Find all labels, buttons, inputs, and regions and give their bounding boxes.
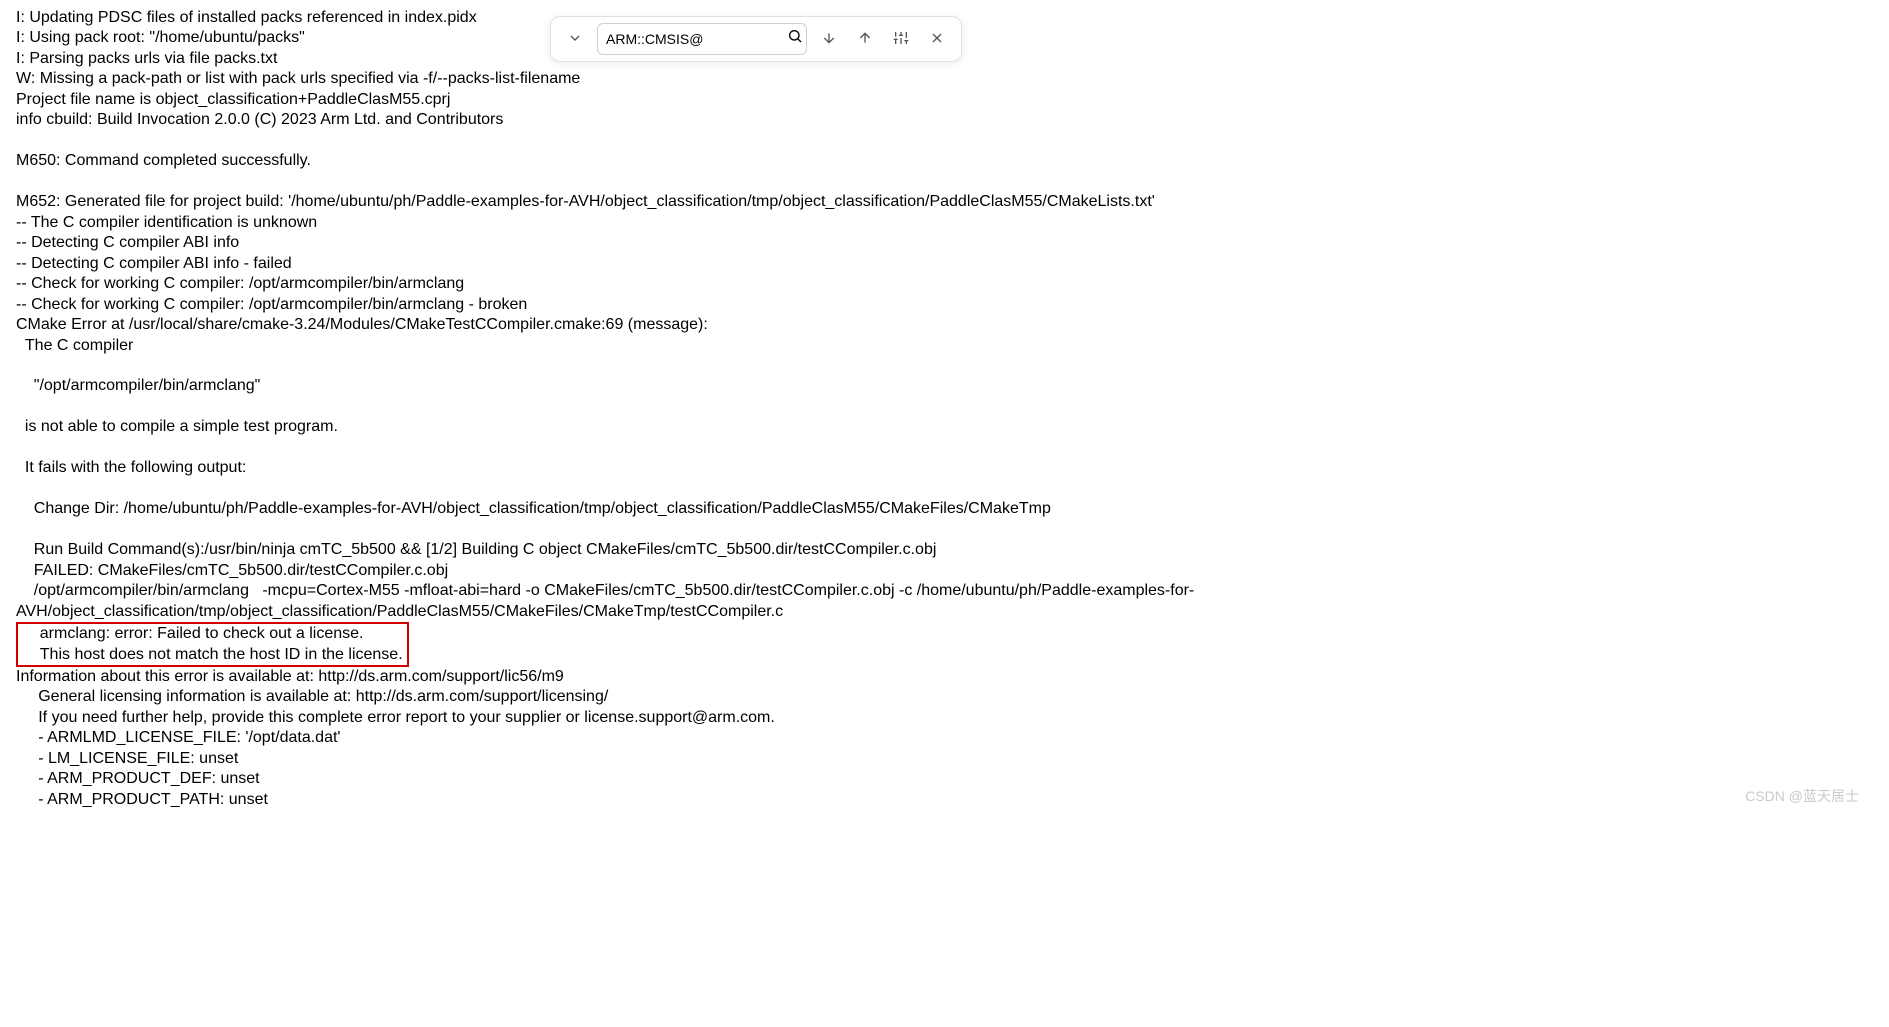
log-line: -- Detecting C compiler ABI info	[16, 233, 1873, 253]
log-line	[16, 479, 1873, 499]
log-line: Project file name is object_classificati…	[16, 90, 1873, 110]
watermark: CSDN @蓝天居士	[1745, 788, 1859, 806]
log-line: "/opt/armcompiler/bin/armclang"	[16, 376, 1873, 396]
log-line: M652: Generated file for project build: …	[16, 192, 1873, 212]
log-line: W: Missing a pack-path or list with pack…	[16, 69, 1873, 89]
find-next-button[interactable]	[815, 26, 843, 53]
find-dropdown-button[interactable]	[561, 26, 589, 53]
log-line: info cbuild: Build Invocation 2.0.0 (C) …	[16, 110, 1873, 130]
log-line: - LM_LICENSE_FILE: unset	[16, 749, 1873, 769]
log-output: I: Updating PDSC files of installed pack…	[16, 8, 1873, 810]
log-error-line: This host does not match the host ID in …	[22, 645, 403, 665]
log-line: -- Check for working C compiler: /opt/ar…	[16, 274, 1873, 294]
arrow-down-icon	[821, 30, 837, 49]
log-line: -- The C compiler identification is unkn…	[16, 213, 1873, 233]
log-line: It fails with the following output:	[16, 458, 1873, 478]
log-line	[16, 131, 1873, 151]
log-line	[16, 520, 1873, 540]
error-highlight-box: armclang: error: Failed to check out a l…	[16, 622, 1873, 667]
log-line: FAILED: CMakeFiles/cmTC_5b500.dir/testCC…	[16, 561, 1873, 581]
log-line: Change Dir: /home/ubuntu/ph/Paddle-examp…	[16, 499, 1873, 519]
log-line: The C compiler	[16, 336, 1873, 356]
log-line	[16, 356, 1873, 376]
find-input[interactable]	[606, 31, 787, 47]
log-line: Run Build Command(s):/usr/bin/ninja cmTC…	[16, 540, 1873, 560]
log-line: If you need further help, provide this c…	[16, 708, 1873, 728]
find-bar	[550, 16, 962, 62]
sliders-icon	[893, 30, 909, 49]
close-icon	[929, 30, 945, 49]
find-settings-button[interactable]	[887, 26, 915, 53]
log-error-line: armclang: error: Failed to check out a l…	[22, 624, 403, 644]
arrow-up-icon	[857, 30, 873, 49]
log-line: Information about this error is availabl…	[16, 667, 1873, 687]
find-input-wrap	[597, 23, 807, 55]
log-line: -- Detecting C compiler ABI info - faile…	[16, 254, 1873, 274]
log-line: General licensing information is availab…	[16, 687, 1873, 707]
log-line: - ARM_PRODUCT_DEF: unset	[16, 769, 1873, 789]
log-line: /opt/armcompiler/bin/armclang -mcpu=Cort…	[16, 581, 1873, 622]
log-line	[16, 172, 1873, 192]
find-close-button[interactable]	[923, 26, 951, 53]
log-line: CMake Error at /usr/local/share/cmake-3.…	[16, 315, 1873, 335]
log-line	[16, 438, 1873, 458]
search-icon	[787, 28, 803, 50]
chevron-down-icon	[567, 30, 583, 49]
log-line	[16, 397, 1873, 417]
log-line: is not able to compile a simple test pro…	[16, 417, 1873, 437]
log-line: - ARMLMD_LICENSE_FILE: '/opt/data.dat'	[16, 728, 1873, 748]
find-prev-button[interactable]	[851, 26, 879, 53]
log-line: -- Check for working C compiler: /opt/ar…	[16, 295, 1873, 315]
log-line: - ARM_PRODUCT_PATH: unset	[16, 790, 1873, 810]
log-line: M650: Command completed successfully.	[16, 151, 1873, 171]
